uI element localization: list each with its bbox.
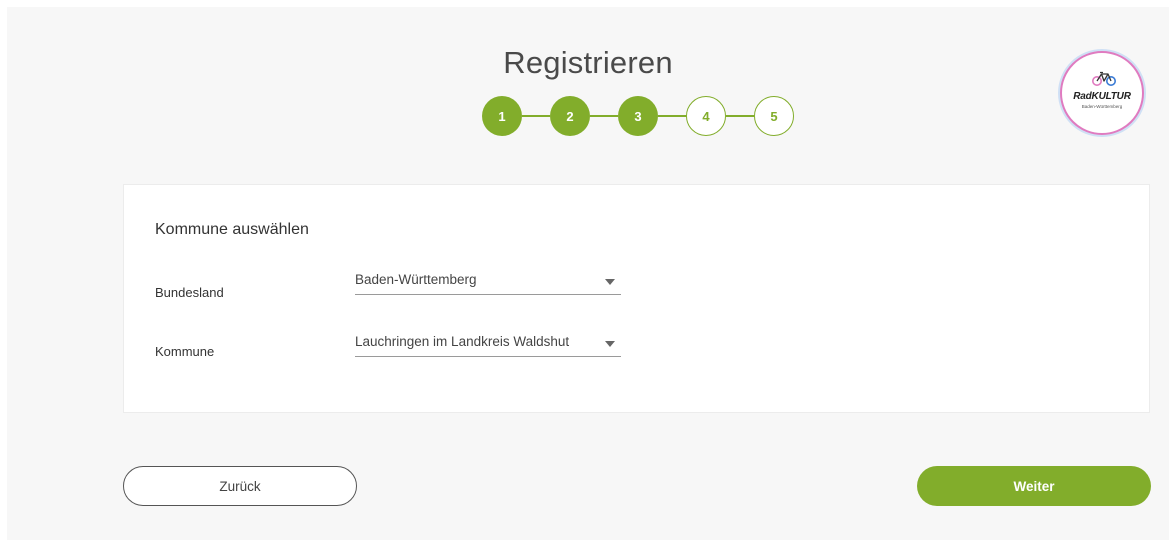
step-label: 1 <box>498 108 506 124</box>
step-5[interactable]: 5 <box>754 96 794 136</box>
municipality-card: Kommune auswählen Bundesland Baden-Württ… <box>123 184 1150 413</box>
step-label: 4 <box>702 108 710 124</box>
step-connector <box>658 115 686 117</box>
card-title: Kommune auswählen <box>155 221 309 238</box>
bicycle-icon <box>1092 71 1116 86</box>
logo-wordmark: RadKULTUR <box>1073 91 1131 102</box>
dropdown-arrow-icon <box>605 341 615 347</box>
state-select[interactable]: Baden-Württemberg <box>355 268 621 295</box>
step-label: 5 <box>770 108 778 124</box>
logo-subtitle: Baden-Württemberg <box>1081 104 1123 109</box>
step-connector <box>726 115 754 117</box>
step-4[interactable]: 4 <box>686 96 726 136</box>
progress-stepper: 1 2 3 4 5 <box>482 96 802 136</box>
page-title: Registrieren <box>503 45 673 80</box>
step-3[interactable]: 3 <box>618 96 658 136</box>
back-button[interactable]: Zurück <box>123 466 357 506</box>
municipality-value: Lauchringen im Landkreis Waldshut <box>355 334 570 349</box>
municipality-label: Kommune <box>155 344 215 359</box>
radkultur-logo: RadKULTUR Baden-Württemberg <box>1060 51 1144 135</box>
step-label: 3 <box>634 108 642 124</box>
state-value: Baden-Württemberg <box>355 272 477 287</box>
step-2[interactable]: 2 <box>550 96 590 136</box>
step-connector <box>522 115 550 117</box>
dropdown-arrow-icon <box>605 279 615 285</box>
next-button[interactable]: Weiter <box>917 466 1151 506</box>
municipality-select[interactable]: Lauchringen im Landkreis Waldshut <box>355 330 621 357</box>
registration-page: Registrieren 1 2 3 4 5 RadKULTUR Baden-W… <box>7 7 1169 540</box>
step-1[interactable]: 1 <box>482 96 522 136</box>
state-label: Bundesland <box>155 285 224 300</box>
step-label: 2 <box>566 108 574 124</box>
step-connector <box>590 115 618 117</box>
